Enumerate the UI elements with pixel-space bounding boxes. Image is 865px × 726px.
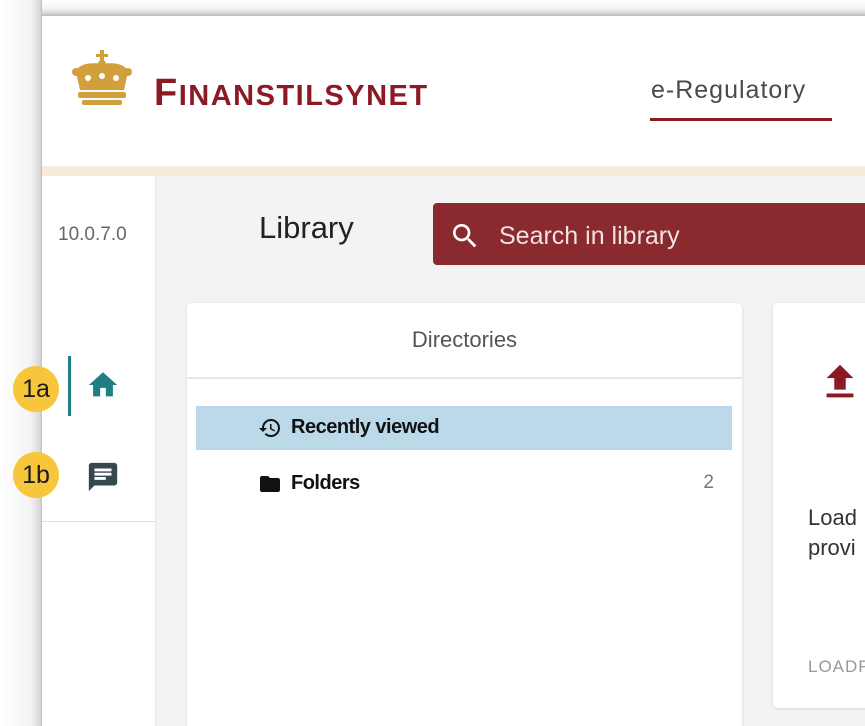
screenshot-shadow-top [0, 0, 865, 16]
message-icon[interactable] [86, 460, 120, 494]
sidebar-divider [42, 521, 155, 522]
sidebar-active-indicator [68, 356, 71, 416]
upload-action-link[interactable]: LOADF [808, 657, 865, 677]
directories-panel: Directories Recently viewed Folders 2 [187, 303, 742, 726]
upload-description-line: Load [808, 505, 857, 530]
main-content: Library Search in library Directories Re… [156, 176, 865, 726]
brand-wordmark-initial: F [154, 72, 179, 114]
app-window: FINANSTILSYNET e-Regulatory 10.0.7.0 Lib… [42, 16, 865, 726]
directories-header: Directories [187, 303, 742, 379]
history-icon [259, 419, 280, 437]
annotation-badge-1a: 1a [13, 366, 59, 412]
tab-active-underline [650, 118, 832, 121]
upload-description: Load provi [808, 503, 865, 563]
upload-card: Load provi LOADF [773, 303, 865, 708]
directory-item-recently-viewed[interactable]: Recently viewed [196, 406, 732, 450]
search-input[interactable]: Search in library [433, 203, 865, 265]
header-accent-band [42, 166, 865, 176]
sidebar-rail: 10.0.7.0 [42, 176, 156, 726]
directory-item-label: Recently viewed [291, 416, 440, 438]
folder-count-badge: 2 [703, 472, 714, 493]
app-version: 10.0.7.0 [58, 224, 127, 245]
brand-wordmark: FINANSTILSYNET [154, 72, 429, 115]
brand-wordmark-rest: INANSTILSYNET [178, 80, 429, 112]
search-icon [453, 224, 477, 248]
tab-e-regulatory[interactable]: e-Regulatory [651, 76, 806, 105]
search-placeholder: Search in library [499, 222, 680, 250]
app-header: FINANSTILSYNET e-Regulatory [42, 16, 865, 166]
directory-item-label: Folders [291, 472, 360, 494]
annotation-badge-1b: 1b [13, 452, 59, 498]
upload-icon[interactable] [817, 355, 863, 409]
crown-logo-icon [72, 50, 132, 105]
home-icon[interactable] [86, 368, 120, 402]
folder-icon [260, 476, 280, 492]
page-title: Library [259, 210, 354, 245]
upload-description-line: provi [808, 535, 856, 560]
screenshot-shadow-left [0, 0, 42, 726]
directories-title: Directories [411, 327, 518, 352]
directory-item-folders[interactable]: Folders 2 [196, 462, 732, 506]
